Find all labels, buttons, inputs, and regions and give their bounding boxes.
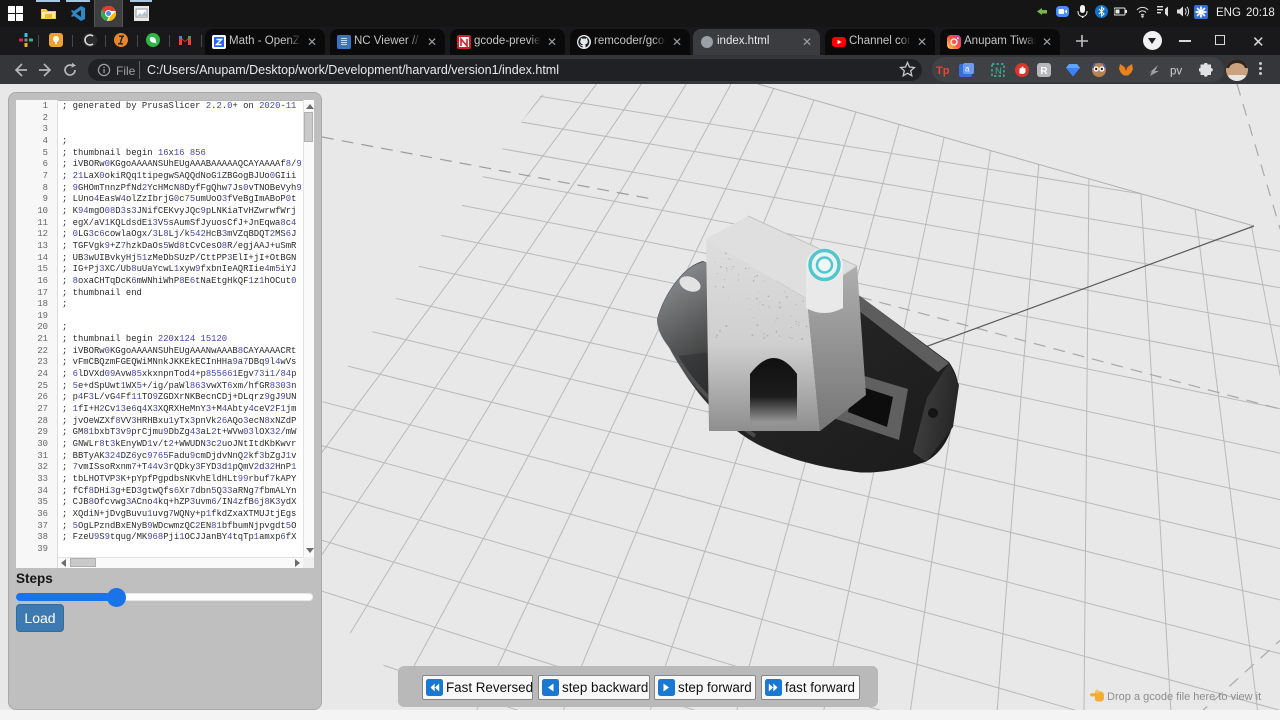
svg-text:a: a — [965, 65, 970, 74]
svg-text:Tp: Tp — [936, 65, 950, 77]
svg-text:N: N — [995, 66, 1002, 77]
svg-text:pv: pv — [1170, 66, 1182, 78]
svg-text:R: R — [1040, 66, 1048, 77]
